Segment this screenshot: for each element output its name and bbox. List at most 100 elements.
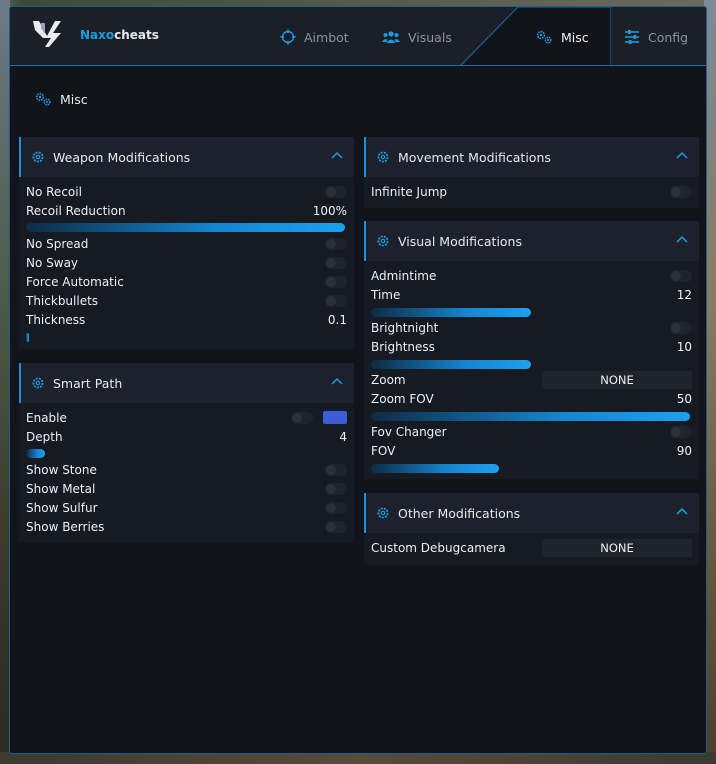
brightness-value: 10 <box>676 339 692 354</box>
force-automatic-row: Force Automatic <box>26 272 347 291</box>
show-berries-label: Show Berries <box>26 519 105 534</box>
no-spread-label: No Spread <box>26 236 89 251</box>
custom-debugcamera-label: Custom Debugcamera <box>371 540 506 555</box>
fov-value: 90 <box>676 443 692 458</box>
brightnight-toggle[interactable] <box>670 321 692 334</box>
path-color-swatch[interactable] <box>323 411 347 424</box>
recoil-reduction-slider[interactable] <box>26 223 345 232</box>
show-berries-row: Show Berries <box>26 517 347 536</box>
custom-debugcamera-select[interactable]: NONE <box>542 538 692 557</box>
thickbullets-row: Thickbullets <box>26 291 347 310</box>
gear-icon <box>377 235 389 247</box>
admintime-row: Admintime <box>371 266 692 285</box>
thickness-slider[interactable] <box>26 333 345 342</box>
weapon-modifications-title: Weapon Modifications <box>53 149 191 165</box>
zoom-fov-value: 50 <box>676 391 692 406</box>
recoil-reduction-value: 100% <box>312 203 347 218</box>
no-recoil-label: No Recoil <box>26 184 82 199</box>
tab-config[interactable]: Config <box>624 27 688 47</box>
show-stone-toggle[interactable] <box>325 463 347 476</box>
zoom-fov-slider[interactable] <box>371 412 690 421</box>
infinite-jump-label: Infinite Jump <box>371 184 447 199</box>
gear-icon <box>32 377 44 389</box>
brightness-slider[interactable] <box>371 360 690 369</box>
show-stone-label: Show Stone <box>26 462 97 477</box>
infinite-jump-toggle[interactable] <box>670 185 692 198</box>
zoom-label: Zoom <box>371 372 406 387</box>
smart-path-header[interactable]: Smart Path <box>19 363 354 403</box>
zoom-fov-row: Zoom FOV 50 <box>371 389 692 408</box>
fov-label: FOV <box>371 443 396 458</box>
users-icon <box>382 31 400 43</box>
brightness-row: Brightness 10 <box>371 337 692 356</box>
tab-misc-label: Misc <box>561 29 589 45</box>
thickness-value: 0.1 <box>327 312 347 327</box>
tab-aimbot[interactable]: Aimbot <box>280 27 349 47</box>
fov-changer-toggle[interactable] <box>670 425 692 438</box>
other-modifications-title: Other Modifications <box>398 505 521 521</box>
show-berries-toggle[interactable] <box>325 520 347 533</box>
admintime-toggle[interactable] <box>670 269 692 282</box>
depth-slider[interactable] <box>26 449 345 458</box>
movement-modifications-card: Movement Modifications Infinite Jump <box>364 137 699 208</box>
page-title-label: Misc <box>60 91 88 107</box>
custom-debugcamera-row: Custom Debugcamera NONE <box>371 538 692 557</box>
chevron-up-icon[interactable] <box>675 505 689 519</box>
show-stone-row: Show Stone <box>26 460 347 479</box>
brand-accent: Naxo <box>80 28 115 42</box>
recoil-reduction-label: Recoil Reduction <box>26 203 126 218</box>
brightness-slider-fill <box>371 360 531 369</box>
smart-path-card: Smart Path Enable Depth 4 Show Stone Sho… <box>19 363 354 542</box>
brightnight-row: Brightnight <box>371 318 692 337</box>
fov-changer-row: Fov Changer <box>371 422 692 441</box>
chevron-up-icon[interactable] <box>675 233 689 247</box>
show-metal-label: Show Metal <box>26 481 96 496</box>
show-sulfur-toggle[interactable] <box>325 501 347 514</box>
enable-toggle[interactable] <box>291 411 313 424</box>
tab-aimbot-label: Aimbot <box>304 29 349 45</box>
depth-value: 4 <box>339 429 347 444</box>
visual-modifications-card: Visual Modifications Admintime Time 12 B… <box>364 221 699 479</box>
weapon-modifications-card: Weapon Modifications No Recoil Recoil Re… <box>19 137 354 349</box>
brand-name: Naxocheats <box>80 28 159 42</box>
no-sway-label: No Sway <box>26 255 79 270</box>
recoil-reduction-row: Recoil Reduction 100% <box>26 201 347 220</box>
time-slider[interactable] <box>371 308 690 317</box>
brightnight-label: Brightnight <box>371 320 439 335</box>
show-sulfur-row: Show Sulfur <box>26 498 347 517</box>
zoom-row: Zoom NONE <box>371 370 692 389</box>
other-modifications-card: Other Modifications Custom Debugcamera N… <box>364 493 699 565</box>
no-sway-toggle[interactable] <box>325 256 347 269</box>
chevron-up-icon[interactable] <box>330 149 344 163</box>
gear-icon <box>377 151 389 163</box>
chevron-up-icon[interactable] <box>675 149 689 163</box>
depth-slider-fill <box>26 449 46 458</box>
no-spread-toggle[interactable] <box>325 237 347 250</box>
crosshair-icon <box>280 29 296 45</box>
zoom-fov-label: Zoom FOV <box>371 391 434 406</box>
visual-modifications-header[interactable]: Visual Modifications <box>364 221 699 261</box>
zoom-select[interactable]: NONE <box>542 370 692 389</box>
fov-slider[interactable] <box>371 464 690 473</box>
thickbullets-label: Thickbullets <box>26 293 99 308</box>
time-slider-fill <box>371 308 531 317</box>
chevron-up-icon[interactable] <box>330 375 344 389</box>
gear-icon <box>377 507 389 519</box>
other-modifications-header[interactable]: Other Modifications <box>364 493 699 533</box>
show-metal-toggle[interactable] <box>325 482 347 495</box>
smart-path-title: Smart Path <box>53 375 123 391</box>
depth-label: Depth <box>26 429 63 444</box>
cheat-menu-window: Naxocheats Aimbot Visuals Misc Config Mi… <box>9 6 707 754</box>
thickbullets-toggle[interactable] <box>325 294 347 307</box>
depth-row: Depth 4 <box>26 427 347 446</box>
movement-modifications-title: Movement Modifications <box>398 149 551 165</box>
no-recoil-toggle[interactable] <box>325 185 347 198</box>
weapon-modifications-header[interactable]: Weapon Modifications <box>19 137 354 177</box>
movement-modifications-header[interactable]: Movement Modifications <box>364 137 699 177</box>
brand-rest: cheats <box>114 28 159 42</box>
time-value: 12 <box>676 287 692 302</box>
fov-row: FOV 90 <box>371 441 692 460</box>
tab-misc[interactable]: Misc <box>535 27 589 47</box>
force-automatic-toggle[interactable] <box>325 275 347 288</box>
tab-visuals[interactable]: Visuals <box>382 27 452 47</box>
